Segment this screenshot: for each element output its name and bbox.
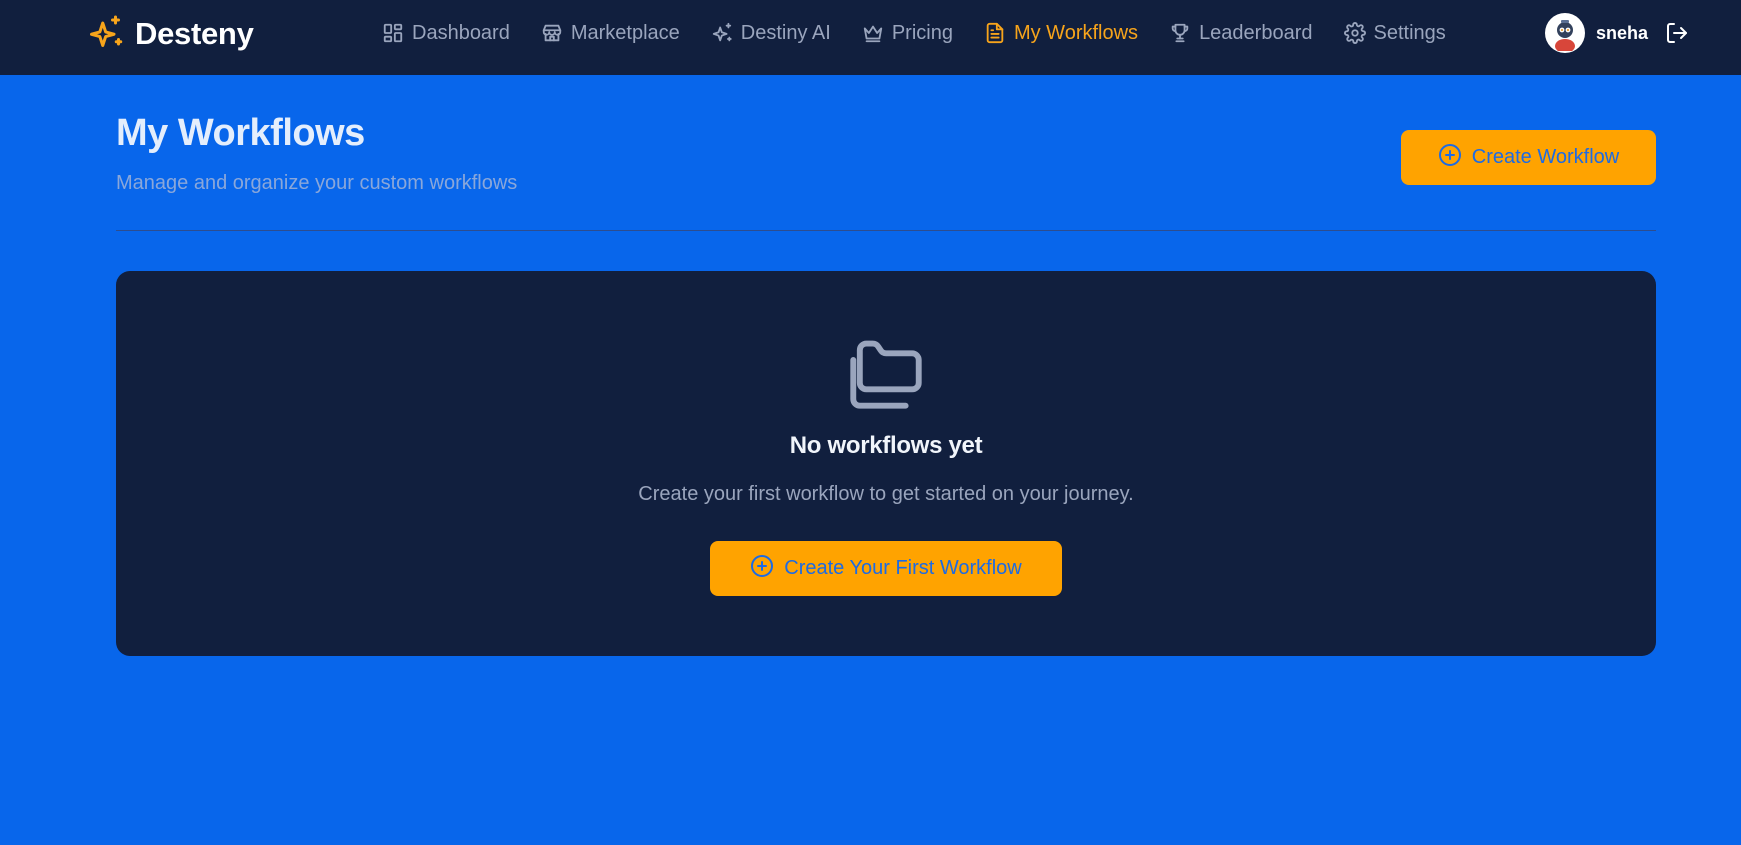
- nav-item-label: Destiny AI: [740, 21, 831, 44]
- nav-item-pricing[interactable]: Pricing: [862, 22, 953, 45]
- create-first-workflow-button[interactable]: Create Your First Workflow: [710, 541, 1062, 596]
- trophy-icon: [1169, 22, 1191, 44]
- nav-item-settings[interactable]: Settings: [1343, 21, 1446, 45]
- nav-item-label: Leaderboard: [1199, 21, 1313, 44]
- logout-icon[interactable]: [1665, 21, 1689, 45]
- avatar[interactable]: [1545, 13, 1585, 53]
- nav-item-my-workflows[interactable]: My Workflows: [984, 22, 1138, 45]
- nav-item-label: Settings: [1373, 21, 1446, 44]
- user-menu: sneha: [1545, 13, 1689, 53]
- empty-state-card: No workflows yet Create your first workf…: [116, 271, 1656, 656]
- folders-icon: [846, 337, 926, 414]
- gear-icon: [1343, 22, 1366, 44]
- create-first-workflow-label: Create Your First Workflow: [784, 557, 1022, 579]
- nav-item-dashboard[interactable]: Dashboard: [382, 22, 510, 45]
- crown-icon: [862, 22, 884, 44]
- brand-name: Desteny: [135, 16, 254, 51]
- username: sneha: [1596, 22, 1649, 43]
- nav-item-label: My Workflows: [1013, 21, 1139, 44]
- nav-item-label: Marketplace: [570, 21, 680, 44]
- page-subtitle: Manage and organize your custom workflow…: [116, 172, 518, 194]
- brand-logo-link[interactable]: Desteny: [87, 14, 254, 54]
- plus-circle-icon: [1438, 143, 1462, 173]
- nav-item-marketplace[interactable]: Marketplace: [541, 22, 680, 45]
- plus-circle-icon: [750, 554, 774, 584]
- top-navbar: Desteny Dashboard Marketplace Destiny AI…: [0, 0, 1741, 75]
- nav-item-leaderboard[interactable]: Leaderboard: [1169, 21, 1313, 45]
- document-icon: [984, 22, 1006, 44]
- sparkles-icon: [87, 14, 123, 55]
- nav-item-label: Dashboard: [412, 21, 510, 44]
- nav-item-destiny-ai[interactable]: Destiny AI: [711, 22, 831, 45]
- header-divider: [116, 230, 1656, 231]
- create-workflow-button[interactable]: Create Workflow: [1401, 130, 1656, 185]
- empty-state-text: Create your first workflow to get starte…: [638, 483, 1134, 505]
- dashboard-icon: [382, 22, 404, 44]
- page-title: My Workflows: [116, 112, 365, 154]
- empty-state-title: No workflows yet: [789, 432, 983, 459]
- nav-item-label: Pricing: [891, 21, 953, 44]
- create-workflow-label: Create Workflow: [1471, 146, 1620, 168]
- sparkles-icon: [711, 22, 733, 44]
- main-nav: Dashboard Marketplace Destiny AI Pricing…: [382, 17, 1477, 49]
- store-icon: [541, 22, 563, 44]
